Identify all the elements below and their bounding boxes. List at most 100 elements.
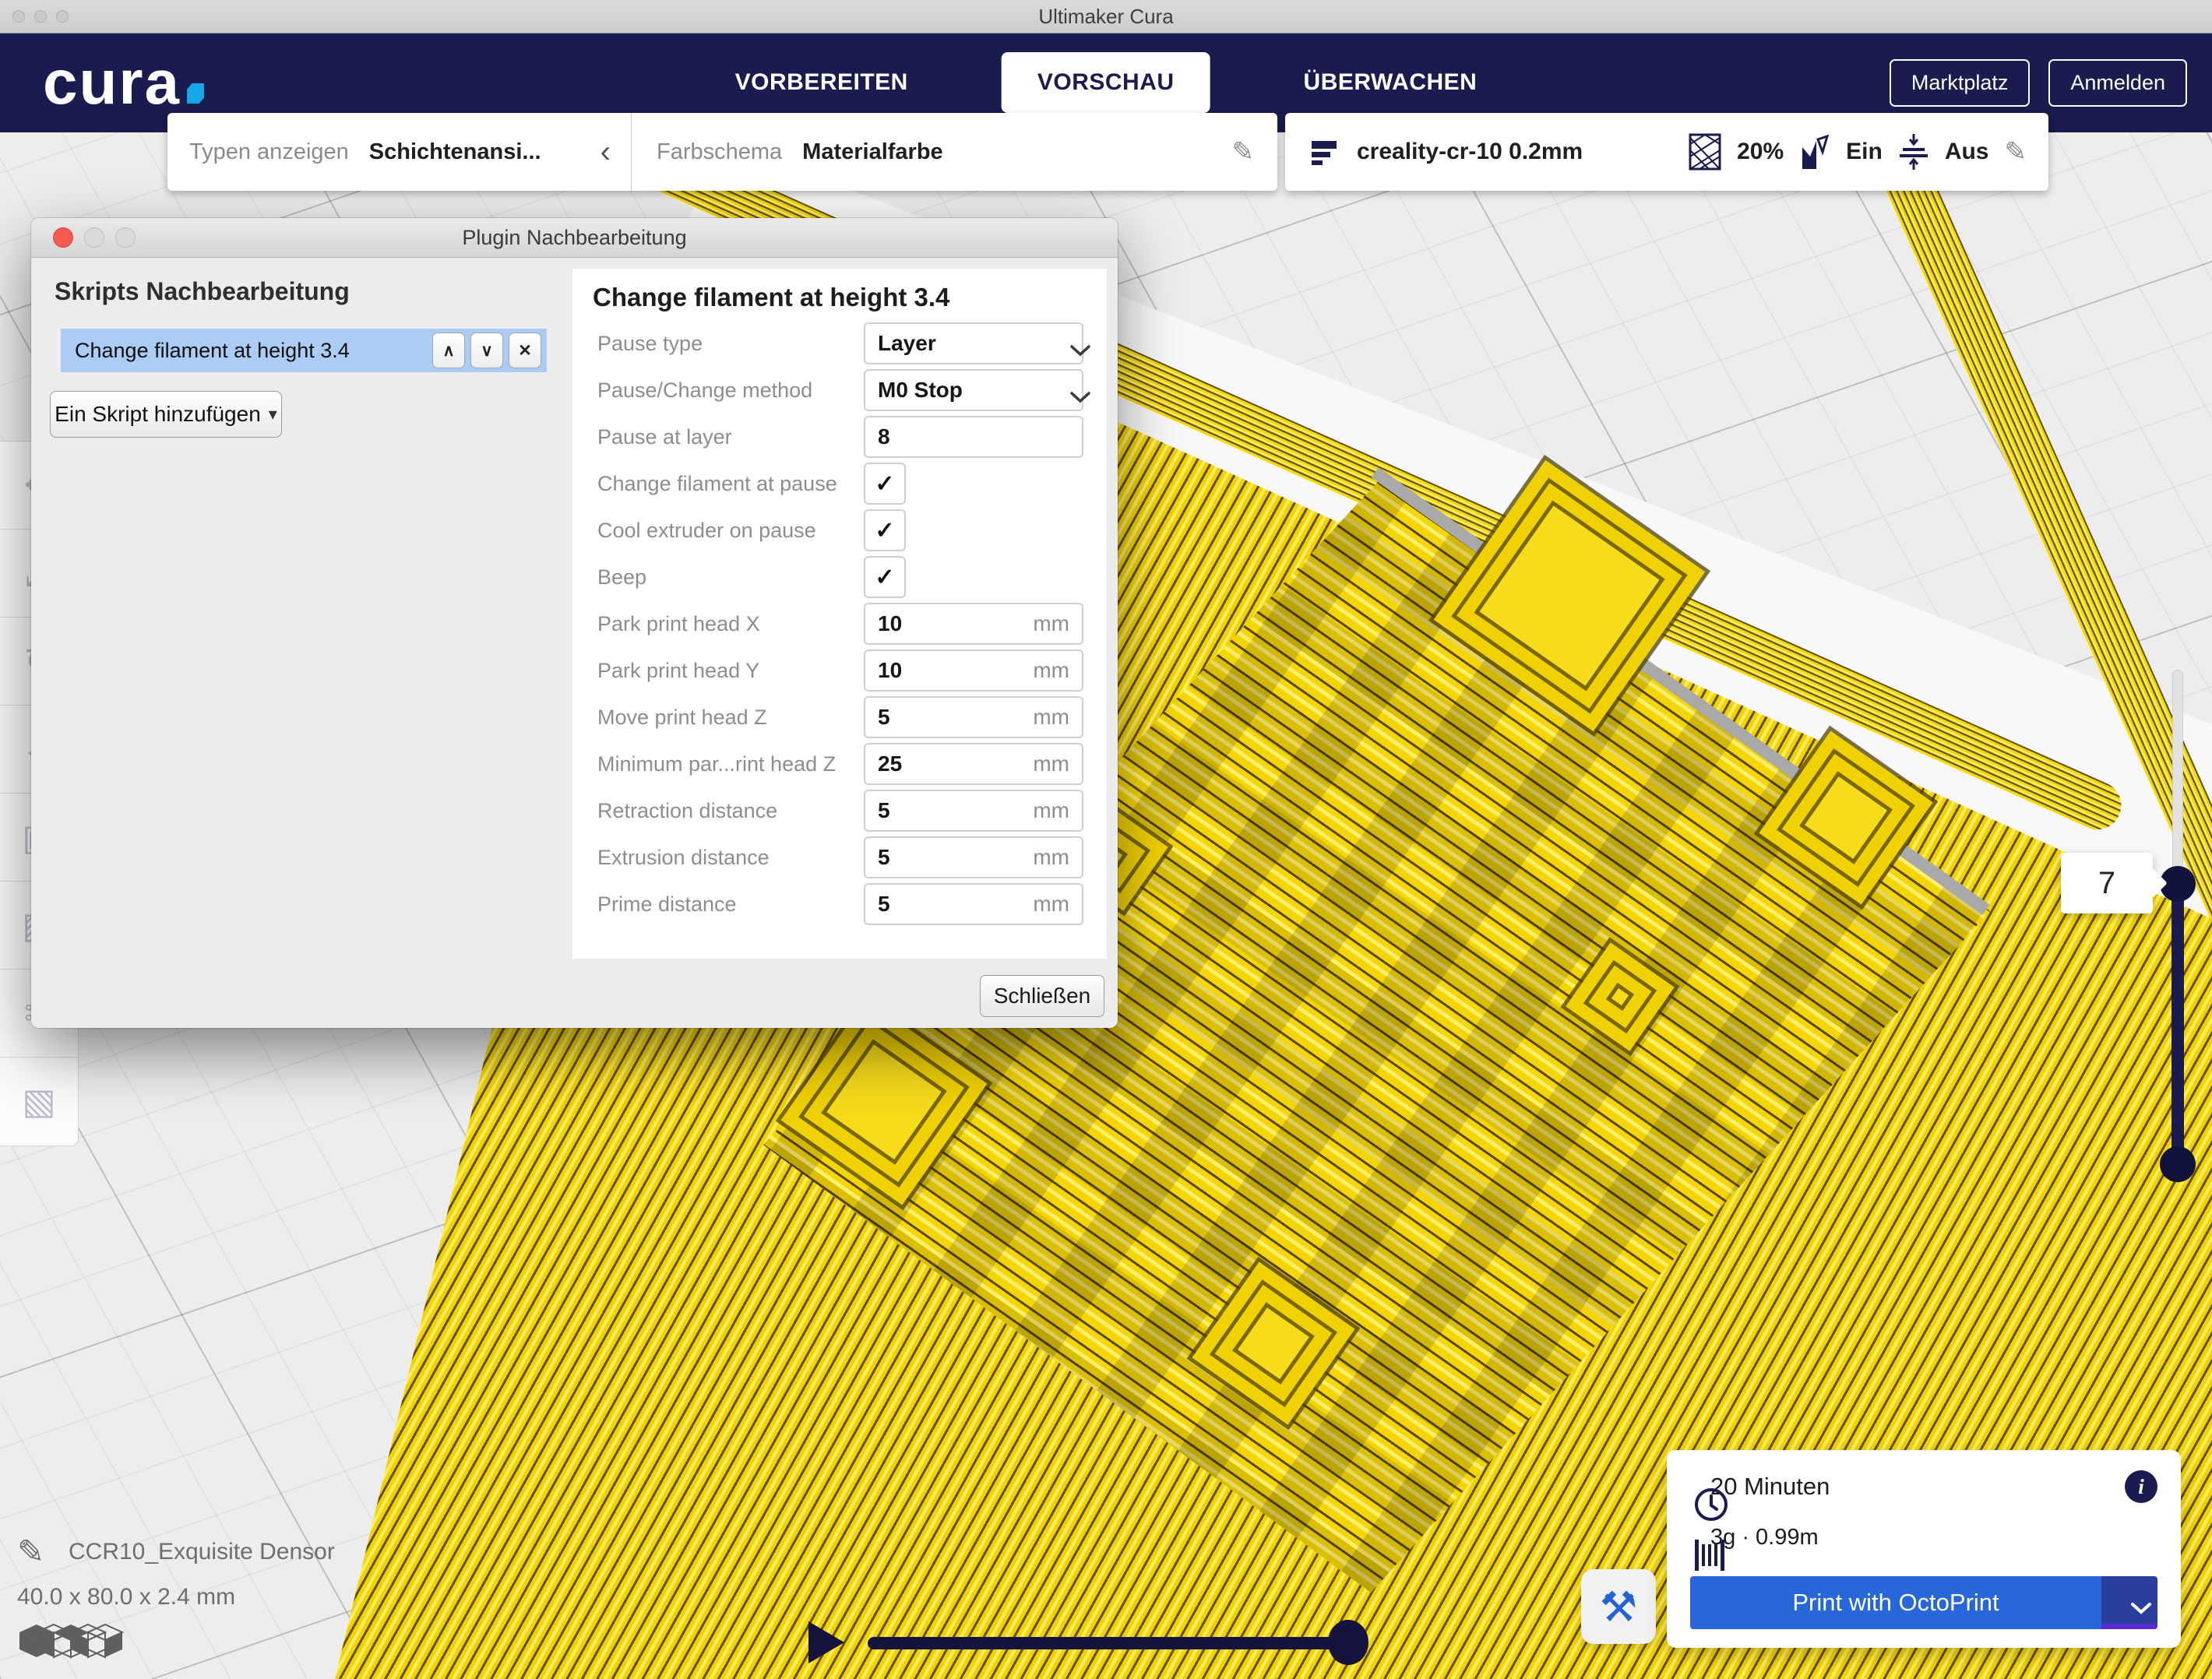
- print-setup-card[interactable]: creality-cr-10 0.2mm 20% Ein Aus ✎: [1285, 113, 2048, 191]
- field-label: Extrusion distance: [591, 846, 864, 870]
- field-label: Prime distance: [591, 892, 864, 917]
- unit-label: mm: [1033, 705, 1069, 730]
- dialog-titlebar[interactable]: Plugin Nachbearbeitung: [31, 218, 1118, 258]
- retraction-distance-input[interactable]: 5 mm: [864, 790, 1083, 832]
- print-with-octoprint-button[interactable]: Print with OctoPrint: [1690, 1576, 2101, 1629]
- view-type-selector[interactable]: Typen anzeigen Schichtenansi... ‹: [167, 113, 631, 191]
- form-row-park-x: Park print head X 10 mm: [591, 600, 1088, 647]
- adhesion-icon: [1898, 132, 1929, 171]
- field-label: Move print head Z: [591, 706, 864, 730]
- field-label: Park print head Y: [591, 659, 864, 683]
- tab-prepare[interactable]: VORBEREITEN: [735, 69, 908, 96]
- rename-model-pencil-icon[interactable]: ✎: [17, 1533, 44, 1571]
- form-row-beep: Beep ✓: [591, 554, 1088, 600]
- cool-extruder-checkbox[interactable]: ✓: [864, 509, 906, 551]
- selected-script-label: Change filament at height 3.4: [75, 339, 350, 363]
- cura-logo-dot-icon: [187, 83, 204, 104]
- caret-down-icon: ▾: [269, 404, 277, 424]
- zoom-window-icon[interactable]: [56, 10, 69, 23]
- support-blocker-icon[interactable]: ▧: [0, 1058, 78, 1145]
- color-scheme-label: Farbschema: [657, 139, 782, 165]
- form-row-minimum-park-z: Minimum par...rint head Z 25 mm: [591, 741, 1088, 787]
- color-scheme-value: Materialfarbe: [802, 139, 943, 165]
- close-dialog-button[interactable]: Schließen: [980, 975, 1104, 1017]
- adhesion-value: Aus: [1945, 139, 1989, 165]
- viewport-3d[interactable]: ✥ ⤢ ↻ ⇔ ▣ ▨ ✂ ▧ 7 ⚒ 20 Minuten: [0, 132, 2212, 1679]
- wrench-icon[interactable]: ⚒: [1581, 1569, 1656, 1644]
- move-script-down-button[interactable]: ∨: [470, 333, 503, 368]
- form-row-cool-extruder: Cool extruder on pause ✓: [591, 507, 1088, 554]
- add-script-label: Ein Skript hinzufügen: [55, 402, 261, 427]
- support-value: Ein: [1846, 139, 1883, 165]
- dialog-zoom-icon[interactable]: [115, 227, 136, 248]
- dialog-minimize-icon[interactable]: [84, 227, 104, 248]
- input-value: 25: [878, 752, 902, 776]
- print-time-row: 20 Minuten i: [1693, 1470, 2157, 1503]
- input-value: 5: [878, 798, 890, 823]
- layer-slider-bottom-handle[interactable]: [2160, 1146, 2196, 1182]
- model-name: CCR10_Exquisite Densor: [69, 1539, 335, 1565]
- input-value: 5: [878, 892, 890, 917]
- view-type-label: Typen anzeigen: [189, 139, 349, 165]
- minimize-window-icon[interactable]: [34, 10, 47, 23]
- print-button-dropdown[interactable]: [2101, 1576, 2157, 1629]
- tab-preview[interactable]: VORSCHAU: [1002, 52, 1210, 113]
- layer-slider-range[interactable]: [2171, 884, 2184, 1164]
- form-row-park-y: Park print head Y 10 mm: [591, 647, 1088, 694]
- extrusion-distance-input[interactable]: 5 mm: [864, 836, 1083, 878]
- layer-number-flag: 7: [2061, 853, 2153, 913]
- edit-view-pencil-icon[interactable]: ✎: [1232, 136, 1255, 167]
- selected-script-row[interactable]: Change filament at height 3.4 ∧ ∨ ✕: [61, 329, 547, 372]
- pause-type-select[interactable]: Layer: [864, 322, 1083, 364]
- field-label: Minimum par...rint head Z: [591, 752, 864, 776]
- input-value: 10: [878, 658, 902, 683]
- remove-script-button[interactable]: ✕: [509, 333, 541, 368]
- unit-label: mm: [1033, 658, 1069, 683]
- material-row: 3g · 0.99m: [1693, 1525, 2157, 1551]
- collapse-chevron-icon[interactable]: ‹: [601, 136, 611, 167]
- add-script-button[interactable]: Ein Skript hinzufügen ▾: [50, 391, 282, 438]
- simulation-slider-handle[interactable]: [1328, 1620, 1368, 1665]
- unit-label: mm: [1033, 611, 1069, 636]
- unit-label: mm: [1033, 892, 1069, 917]
- printer-profile-value: creality-cr-10 0.2mm: [1357, 139, 1583, 165]
- print-button-group: Print with OctoPrint: [1690, 1576, 2157, 1629]
- input-value: 5: [878, 705, 890, 730]
- color-scheme-selector[interactable]: Farbschema Materialfarbe ✎: [632, 113, 1277, 191]
- edit-print-settings-pencil-icon[interactable]: ✎: [2005, 136, 2027, 167]
- minimum-park-z-input[interactable]: 25 mm: [864, 743, 1083, 785]
- script-row-buttons: ∧ ∨ ✕: [432, 333, 547, 368]
- dialog-close-icon[interactable]: [53, 227, 73, 248]
- infill-icon: [1689, 133, 1721, 171]
- unit-label: mm: [1033, 798, 1069, 823]
- beep-checkbox[interactable]: ✓: [864, 556, 906, 598]
- park-y-input[interactable]: 10 mm: [864, 649, 1083, 692]
- move-z-input[interactable]: 5 mm: [864, 696, 1083, 738]
- input-value: 10: [878, 611, 902, 636]
- form-row-pause-type: Pause type Layer: [591, 320, 1088, 367]
- tab-monitor[interactable]: ÜBERWACHEN: [1304, 69, 1478, 96]
- post-processing-dialog: Plugin Nachbearbeitung Skripts Nachbearb…: [31, 218, 1118, 1028]
- form-row-extrusion: Extrusion distance 5 mm: [591, 834, 1088, 881]
- infill-value: 20%: [1737, 139, 1784, 165]
- form-row-pause-method: Pause/Change method M0 Stop: [591, 367, 1088, 414]
- model-dimensions: 40.0 x 80.0 x 2.4 mm: [17, 1584, 235, 1610]
- park-x-input[interactable]: 10 mm: [864, 603, 1083, 645]
- close-window-icon[interactable]: [12, 10, 25, 23]
- move-script-up-button[interactable]: ∧: [432, 333, 465, 368]
- field-label: Beep: [591, 565, 864, 590]
- prime-distance-input[interactable]: 5 mm: [864, 883, 1083, 925]
- simulation-slider-track[interactable]: [868, 1637, 1335, 1649]
- change-filament-checkbox[interactable]: ✓: [864, 463, 906, 505]
- unit-label: mm: [1033, 845, 1069, 870]
- script-settings-heading: Change filament at height 3.4: [593, 283, 1088, 312]
- view-config-card: Typen anzeigen Schichtenansi... ‹ Farbsc…: [167, 113, 1277, 191]
- pause-method-select[interactable]: M0 Stop: [864, 369, 1083, 411]
- marketplace-button[interactable]: Marktplatz: [1890, 59, 2031, 107]
- info-icon[interactable]: i: [2125, 1470, 2157, 1503]
- dialog-title: Plugin Nachbearbeitung: [462, 226, 686, 250]
- form-row-change-filament: Change filament at pause ✓: [591, 460, 1088, 507]
- pause-at-layer-input[interactable]: 8: [864, 416, 1083, 458]
- play-icon[interactable]: [808, 1621, 844, 1663]
- signin-button[interactable]: Anmelden: [2048, 59, 2187, 107]
